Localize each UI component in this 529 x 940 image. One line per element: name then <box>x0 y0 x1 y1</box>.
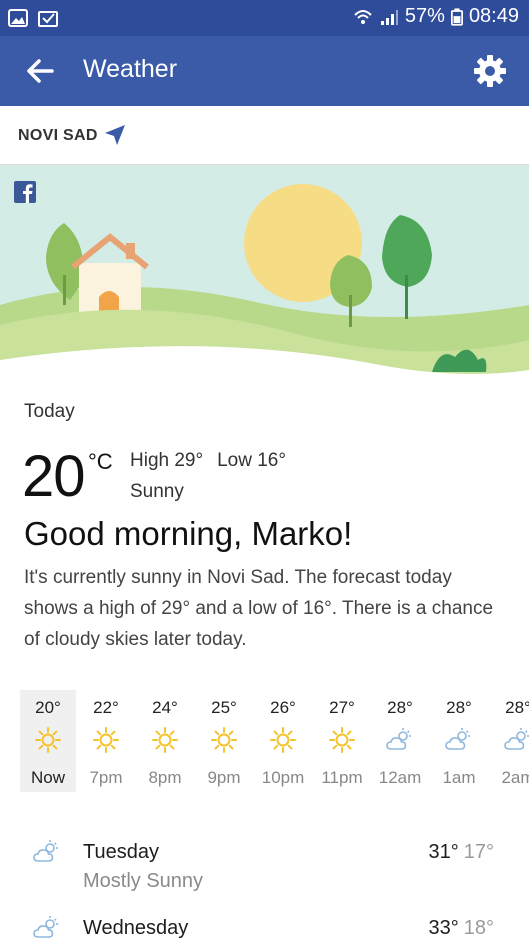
sun-icon <box>210 727 238 753</box>
sun-icon <box>269 727 297 753</box>
day-high: 31° <box>428 841 459 863</box>
hourly-temperature: 28° <box>387 698 413 717</box>
low-temperature: Low 16° <box>217 450 286 471</box>
signal-icon <box>380 9 398 25</box>
hourly-item[interactable]: 25° 9pm <box>196 690 252 792</box>
hourly-time: 10pm <box>261 768 305 787</box>
hourly-temperature: 28° <box>446 698 472 717</box>
daily-forecast-row[interactable]: Tuesday Mostly Sunny 31° 17° <box>0 838 529 908</box>
gear-icon[interactable] <box>471 52 509 90</box>
status-bar: 57% 08:49 <box>0 0 529 36</box>
today-heading: Today <box>24 401 75 422</box>
cloud-sun-icon <box>445 727 473 753</box>
day-temperatures: 33° 18° <box>429 917 495 940</box>
hourly-item[interactable]: 27° 11pm <box>314 690 370 792</box>
high-low: High 29° Low 16° <box>130 450 286 472</box>
hourly-temperature: 28° <box>505 698 529 717</box>
forecast-summary: It's currently sunny in Novi Sad. The fo… <box>24 567 494 650</box>
day-name: Wednesday <box>83 917 189 939</box>
wifi-icon <box>354 9 372 24</box>
day-condition: Mostly Sunny <box>83 870 204 892</box>
hourly-time: 8pm <box>148 768 182 787</box>
hourly-time: 7pm <box>89 768 123 787</box>
hourly-time: 2am <box>501 768 529 787</box>
image-icon <box>8 9 28 27</box>
hourly-temperature: 22° <box>93 698 119 717</box>
temperature-unit: °C <box>88 449 113 474</box>
greeting: Good morning, Marko! <box>24 515 353 552</box>
mail-check-icon <box>38 11 58 27</box>
location-bar[interactable]: NOVI SAD <box>0 106 529 165</box>
hourly-temperature: 27° <box>329 698 355 717</box>
back-arrow-icon[interactable] <box>22 53 58 89</box>
hourly-temperature: 20° <box>35 698 61 717</box>
day-temperatures: 31° 17° <box>429 841 495 864</box>
hourly-time: 9pm <box>207 768 241 787</box>
sun-icon <box>34 727 62 753</box>
high-temperature: High 29° <box>130 450 204 471</box>
page-title: Weather <box>83 55 178 83</box>
day-low: 17° <box>463 841 494 863</box>
location-name: NOVI SAD <box>18 127 98 144</box>
facebook-logo-icon <box>14 181 36 203</box>
hourly-item[interactable]: 20° Now <box>20 690 76 792</box>
landscape-illustration <box>0 165 529 390</box>
sun-icon <box>151 727 179 753</box>
cloud-sun-icon <box>386 727 414 753</box>
cloud-sun-icon <box>33 915 61 939</box>
hourly-item[interactable]: 28° 2am <box>490 690 529 792</box>
battery-icon <box>450 7 463 26</box>
clock: 08:49 <box>468 5 519 27</box>
hourly-time: 12am <box>378 768 422 787</box>
hourly-time: 11pm <box>321 768 363 787</box>
hourly-temperature: 26° <box>270 698 296 717</box>
day-high: 33° <box>428 917 459 939</box>
hourly-time: 1am <box>442 768 476 787</box>
hourly-time: Now <box>30 768 65 787</box>
hourly-temperature: 24° <box>152 698 178 717</box>
hourly-item[interactable]: 22° 7pm <box>78 690 134 792</box>
hourly-forecast[interactable]: 20° Now 22° 7pm 24° 8pm 25° 9pm 26° 10pm 27° 11pm 28… <box>0 690 529 794</box>
hourly-item[interactable]: 26° 10pm <box>255 690 311 792</box>
battery-percent: 57% <box>404 5 445 27</box>
day-low: 18° <box>463 917 494 939</box>
current-temperature: 20 <box>22 444 86 509</box>
hourly-item[interactable]: 28° 12am <box>372 690 428 792</box>
cloud-sun-icon <box>504 727 529 753</box>
weather-illustration <box>0 165 529 390</box>
hourly-item[interactable]: 24° 8pm <box>137 690 193 792</box>
current-condition: Sunny <box>130 481 184 502</box>
app-bar: Weather <box>0 36 529 106</box>
daily-forecast-row[interactable]: Wednesday 33° 18° <box>0 914 529 940</box>
cloud-sun-icon <box>33 839 61 863</box>
hourly-temperature: 25° <box>211 698 237 717</box>
sun-icon <box>92 727 120 753</box>
location-arrow-icon <box>105 125 125 145</box>
day-name: Tuesday <box>83 841 159 863</box>
hourly-item[interactable]: 28° 1am <box>431 690 487 792</box>
sun-icon <box>328 727 356 753</box>
